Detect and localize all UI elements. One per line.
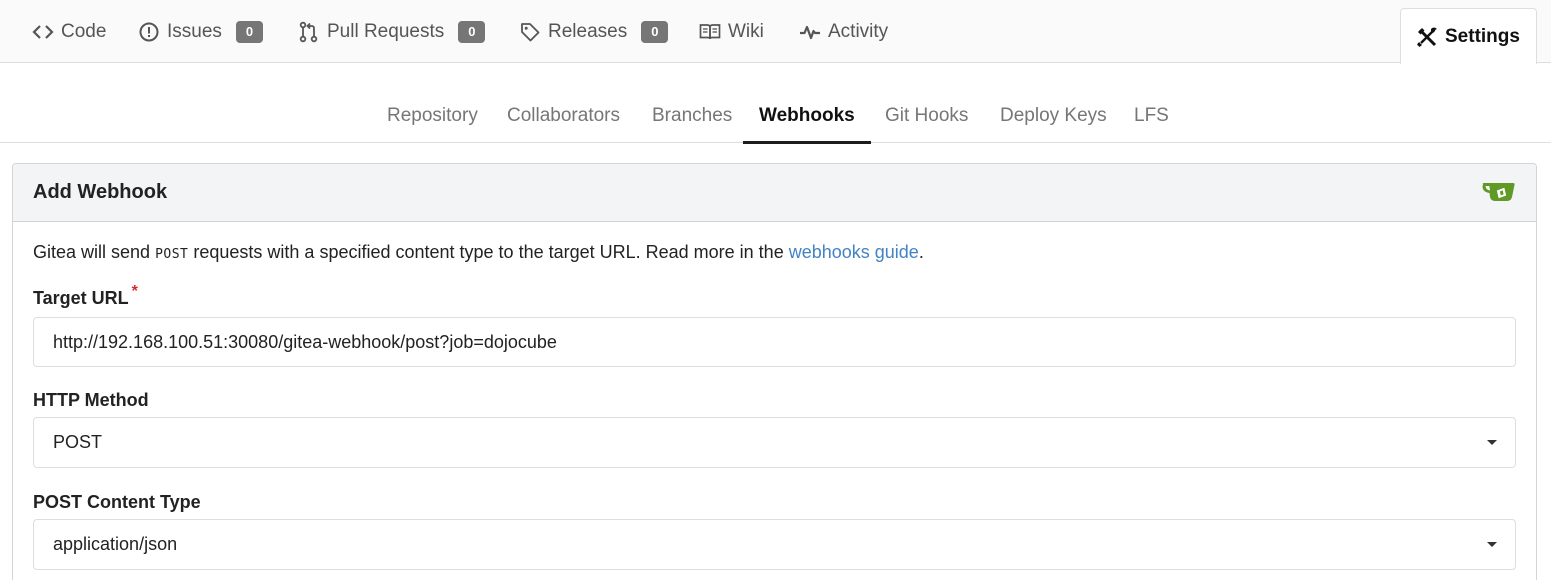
issue-icon: [138, 21, 160, 43]
repo-tab-bar: Code Issues 0 Pull Requests 0 Releases 0…: [0, 0, 1551, 64]
settings-menu-repository[interactable]: Repository: [371, 63, 494, 143]
http-method-value: POST: [53, 432, 103, 452]
dropdown-caret-icon: [1487, 440, 1497, 445]
tab-wiki-label: Wiki: [728, 20, 764, 42]
tab-releases-label: Releases: [548, 20, 628, 42]
intro-text-end: .: [918, 242, 924, 262]
tab-settings-label: Settings: [1445, 25, 1520, 47]
tab-wiki[interactable]: Wiki: [699, 0, 764, 63]
http-method-label: HTTP Method: [33, 390, 149, 410]
settings-menu-deploy-keys[interactable]: Deploy Keys: [984, 63, 1123, 143]
tab-pull-requests-label: Pull Requests: [327, 20, 445, 42]
tab-activity-label: Activity: [828, 20, 889, 42]
book-icon: [699, 21, 721, 43]
tab-releases[interactable]: Releases 0: [519, 0, 669, 63]
required-asterisk: *: [131, 283, 138, 300]
settings-menu-git-hooks[interactable]: Git Hooks: [869, 63, 984, 143]
pull-request-icon: [298, 21, 320, 43]
target-url-value: http://192.168.100.51:30080/gitea-webhoo…: [53, 331, 557, 352]
releases-count-badge: 0: [641, 20, 669, 43]
tab-code-label: Code: [61, 20, 107, 42]
settings-menu-branches[interactable]: Branches: [636, 63, 748, 143]
content-type-value: application/json: [53, 534, 178, 554]
http-method-select[interactable]: POST: [33, 417, 1516, 468]
settings-sub-menu: Repository Collaborators Branches Webhoo…: [0, 63, 1551, 144]
issues-count-badge: 0: [235, 20, 264, 43]
settings-menu-lfs[interactable]: LFS: [1118, 63, 1185, 143]
pull-requests-count-badge: 0: [458, 20, 486, 43]
add-webhook-panel: Add Webhook Gitea will send POST request…: [12, 163, 1537, 580]
intro-text-start: Gitea will send: [33, 242, 156, 262]
tab-issues-label: Issues: [167, 20, 222, 42]
intro-text-middle: requests with a specified content type t…: [188, 242, 789, 262]
code-icon: [32, 21, 54, 43]
webhooks-guide-link[interactable]: webhooks guide: [789, 242, 919, 262]
target-url-label-text: Target URL: [33, 288, 129, 308]
add-webhook-title: Add Webhook: [33, 181, 168, 203]
tab-code[interactable]: Code: [32, 0, 106, 63]
tab-activity[interactable]: Activity: [799, 0, 888, 63]
dropdown-caret-icon: [1487, 542, 1497, 547]
target-url-label: Target URL *: [33, 283, 138, 309]
pulse-icon: [799, 21, 821, 43]
intro-post-method: POST: [155, 247, 189, 262]
tools-icon: [1416, 26, 1438, 48]
tab-settings[interactable]: Settings: [1400, 8, 1537, 64]
tab-pull-requests[interactable]: Pull Requests 0: [298, 0, 486, 63]
tag-icon: [519, 21, 541, 43]
gitea-logo: [1482, 183, 1515, 201]
tab-issues[interactable]: Issues 0: [138, 0, 264, 63]
webhook-intro-text: Gitea will send POST requests with a spe…: [33, 242, 924, 263]
settings-menu-webhooks[interactable]: Webhooks: [743, 63, 871, 144]
add-webhook-header: Add Webhook: [13, 164, 1536, 222]
target-url-input[interactable]: http://192.168.100.51:30080/gitea-webhoo…: [33, 317, 1516, 367]
settings-menu-collaborators[interactable]: Collaborators: [491, 63, 636, 143]
content-type-select[interactable]: application/json: [33, 519, 1516, 570]
content-type-label: POST Content Type: [33, 492, 201, 512]
